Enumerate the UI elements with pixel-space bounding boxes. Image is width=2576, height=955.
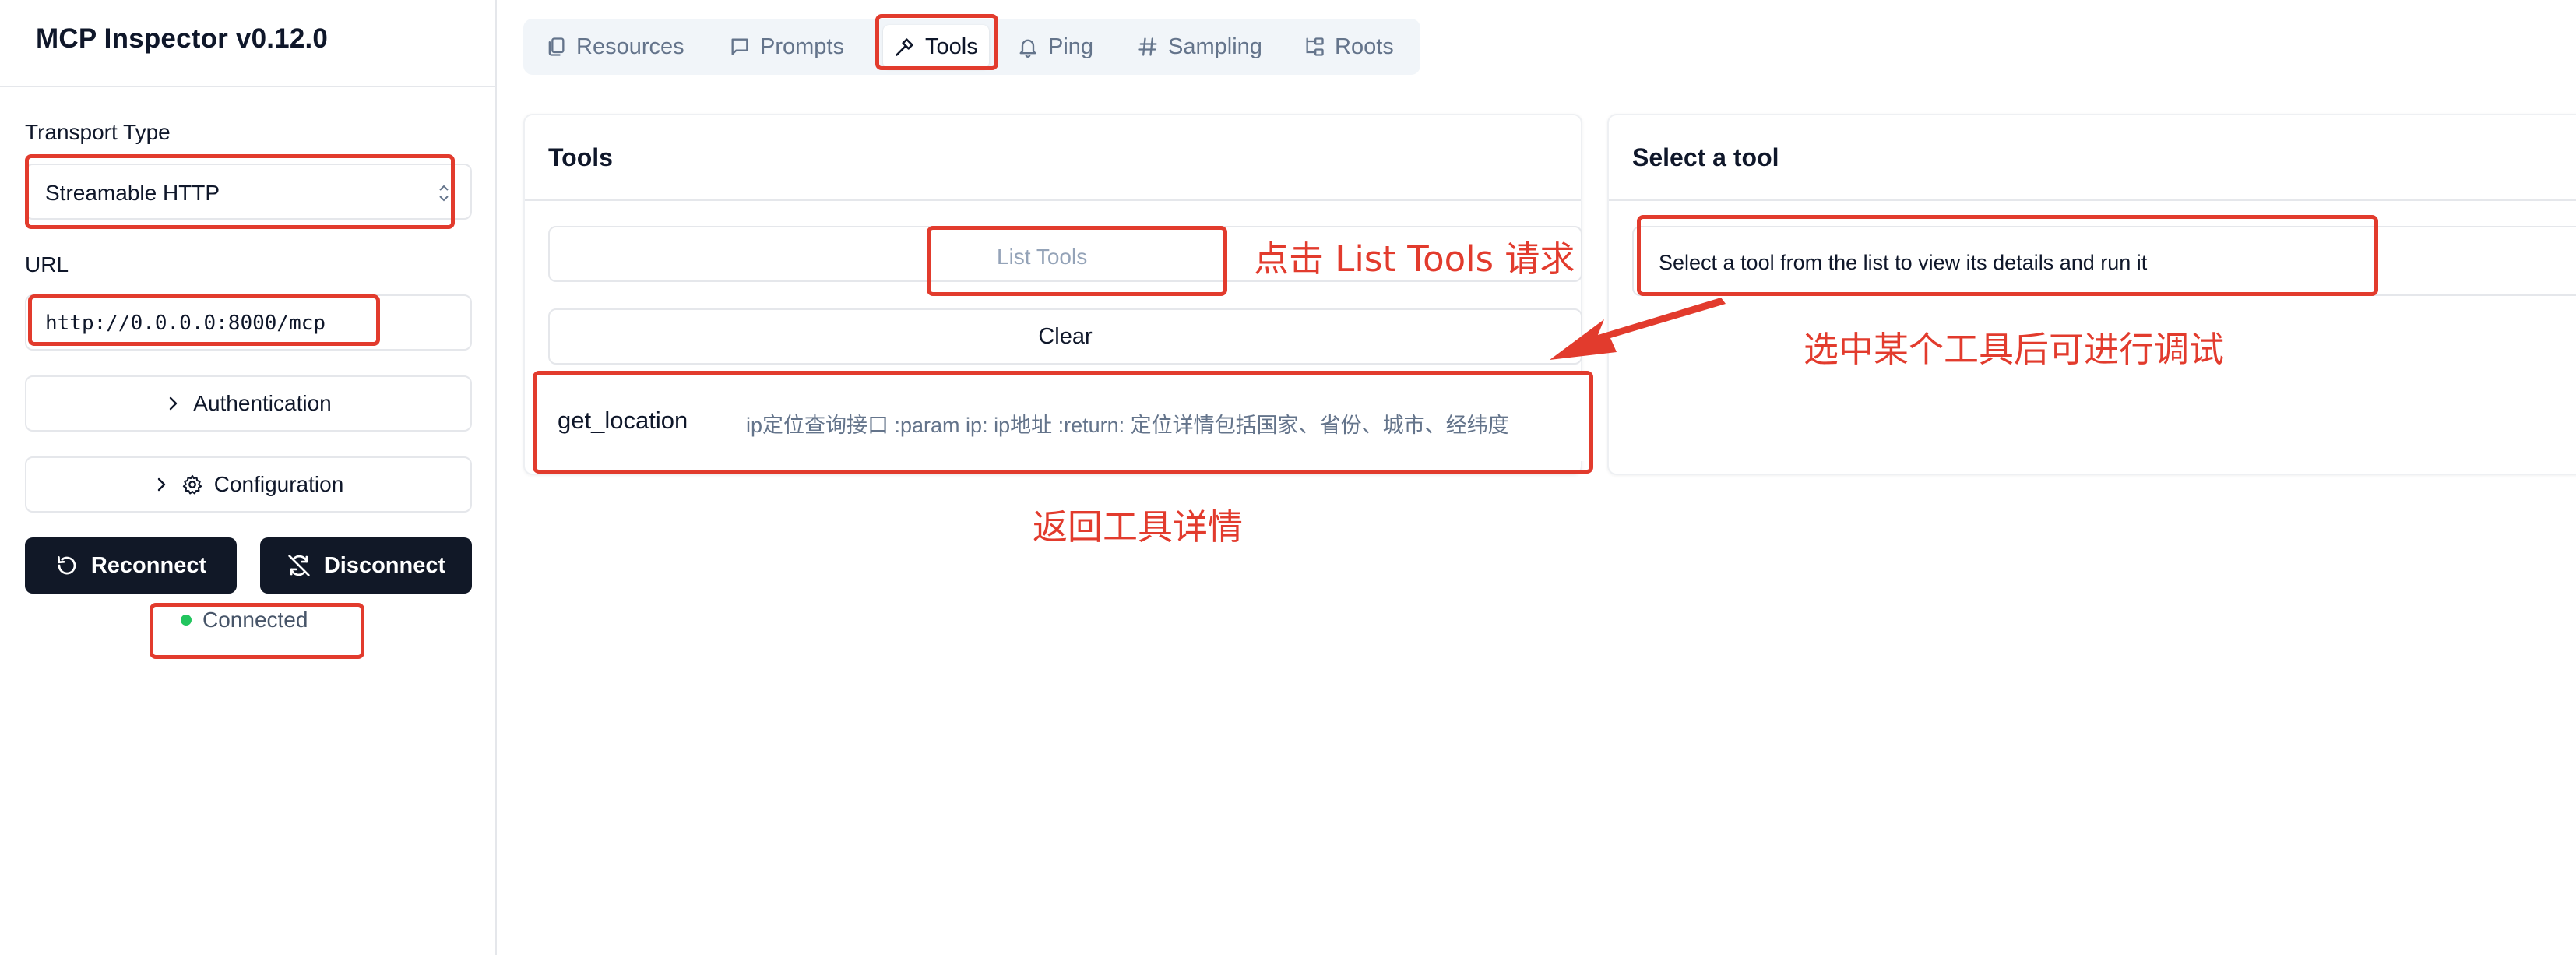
annotation-select-tool: 选中某个工具后可进行调试: [1804, 329, 2225, 370]
chevron-up-down-icon: [439, 185, 449, 202]
tab-sampling[interactable]: Sampling: [1126, 25, 1273, 69]
transport-type-label: Transport Type: [25, 120, 171, 144]
url-label: URL: [25, 252, 69, 277]
hammer-icon: [896, 38, 913, 56]
status-text: Connected: [202, 608, 308, 632]
authentication-label: Authentication: [193, 391, 332, 415]
tab-tools-label: Tools: [925, 33, 978, 59]
tab-roots-label: Roots: [1335, 33, 1394, 59]
files-icon: [548, 37, 565, 56]
disconnect-label: Disconnect: [323, 552, 446, 578]
hash-icon: [1138, 37, 1157, 56]
list-tools-label: List Tools: [997, 245, 1088, 269]
tab-tools[interactable]: Tools: [883, 25, 989, 69]
folder-tree-icon: [1306, 37, 1324, 56]
app-title: MCP Inspector v0.12.0: [36, 23, 329, 54]
annotation-return-details: 返回工具详情: [1033, 506, 1244, 548]
message-square-icon: [731, 38, 748, 55]
tool-detail-title: Select a tool: [1632, 143, 1779, 171]
tab-resources-label: Resources: [576, 33, 684, 59]
url-input[interactable]: http://0.0.0.0:8000/mcp: [25, 294, 472, 351]
tool-description: ip定位查询接口 :param ip: ip地址 :return: 定位详情包括…: [746, 414, 1509, 437]
authentication-toggle[interactable]: Authentication: [25, 375, 472, 432]
tab-ping-label: Ping: [1048, 33, 1094, 59]
reconnect-button[interactable]: Reconnect: [25, 537, 237, 594]
refresh-off-icon: [288, 555, 310, 576]
clear-button[interactable]: Clear: [548, 308, 1582, 365]
transport-type-value: Streamable HTTP: [45, 181, 220, 205]
tool-name: get_location: [558, 407, 688, 434]
annotation-list-tools: 点击 List Tools 请求: [1254, 238, 1575, 280]
configuration-toggle[interactable]: Configuration: [25, 456, 472, 513]
tab-resources[interactable]: Resources: [534, 25, 695, 69]
disconnect-button[interactable]: Disconnect: [260, 537, 472, 594]
rotate-ccw-icon: [57, 556, 76, 575]
bell-icon: [1019, 39, 1036, 58]
transport-type-select[interactable]: Streamable HTTP: [25, 164, 472, 220]
sidebar-header: MCP Inspector v0.12.0: [0, 0, 495, 87]
sidebar: MCP Inspector v0.12.0 Transport Type Str…: [0, 0, 497, 955]
url-value: http://0.0.0.0:8000/mcp: [45, 312, 326, 335]
tool-detail-placeholder: Select a tool from the list to view its …: [1659, 251, 2148, 274]
tools-panel: Tools List Tools Clear get_location ip定位…: [523, 114, 1592, 475]
tab-prompts[interactable]: Prompts: [718, 25, 855, 69]
tools-panel-header: Tools: [525, 115, 1581, 201]
tab-roots[interactable]: Roots: [1293, 25, 1405, 69]
status-dot-icon: [181, 615, 192, 626]
tool-detail-panel: Select a tool Select a tool from the lis…: [1607, 114, 2576, 475]
chevron-right-icon: [170, 396, 178, 411]
tools-panel-title: Tools: [548, 143, 613, 171]
tool-detail-header: Select a tool: [1609, 115, 2576, 201]
tab-prompts-label: Prompts: [760, 33, 844, 59]
tab-bar: Resources Prompts Tools Ping Sampling Ro…: [523, 19, 1420, 75]
tab-ping[interactable]: Ping: [1006, 25, 1104, 69]
reconnect-label: Reconnect: [90, 552, 207, 578]
configuration-label: Configuration: [213, 472, 344, 496]
gear-icon: [182, 474, 202, 495]
chevron-right-icon: [157, 477, 165, 492]
tab-sampling-label: Sampling: [1168, 33, 1262, 59]
connection-status: Connected: [181, 608, 308, 633]
